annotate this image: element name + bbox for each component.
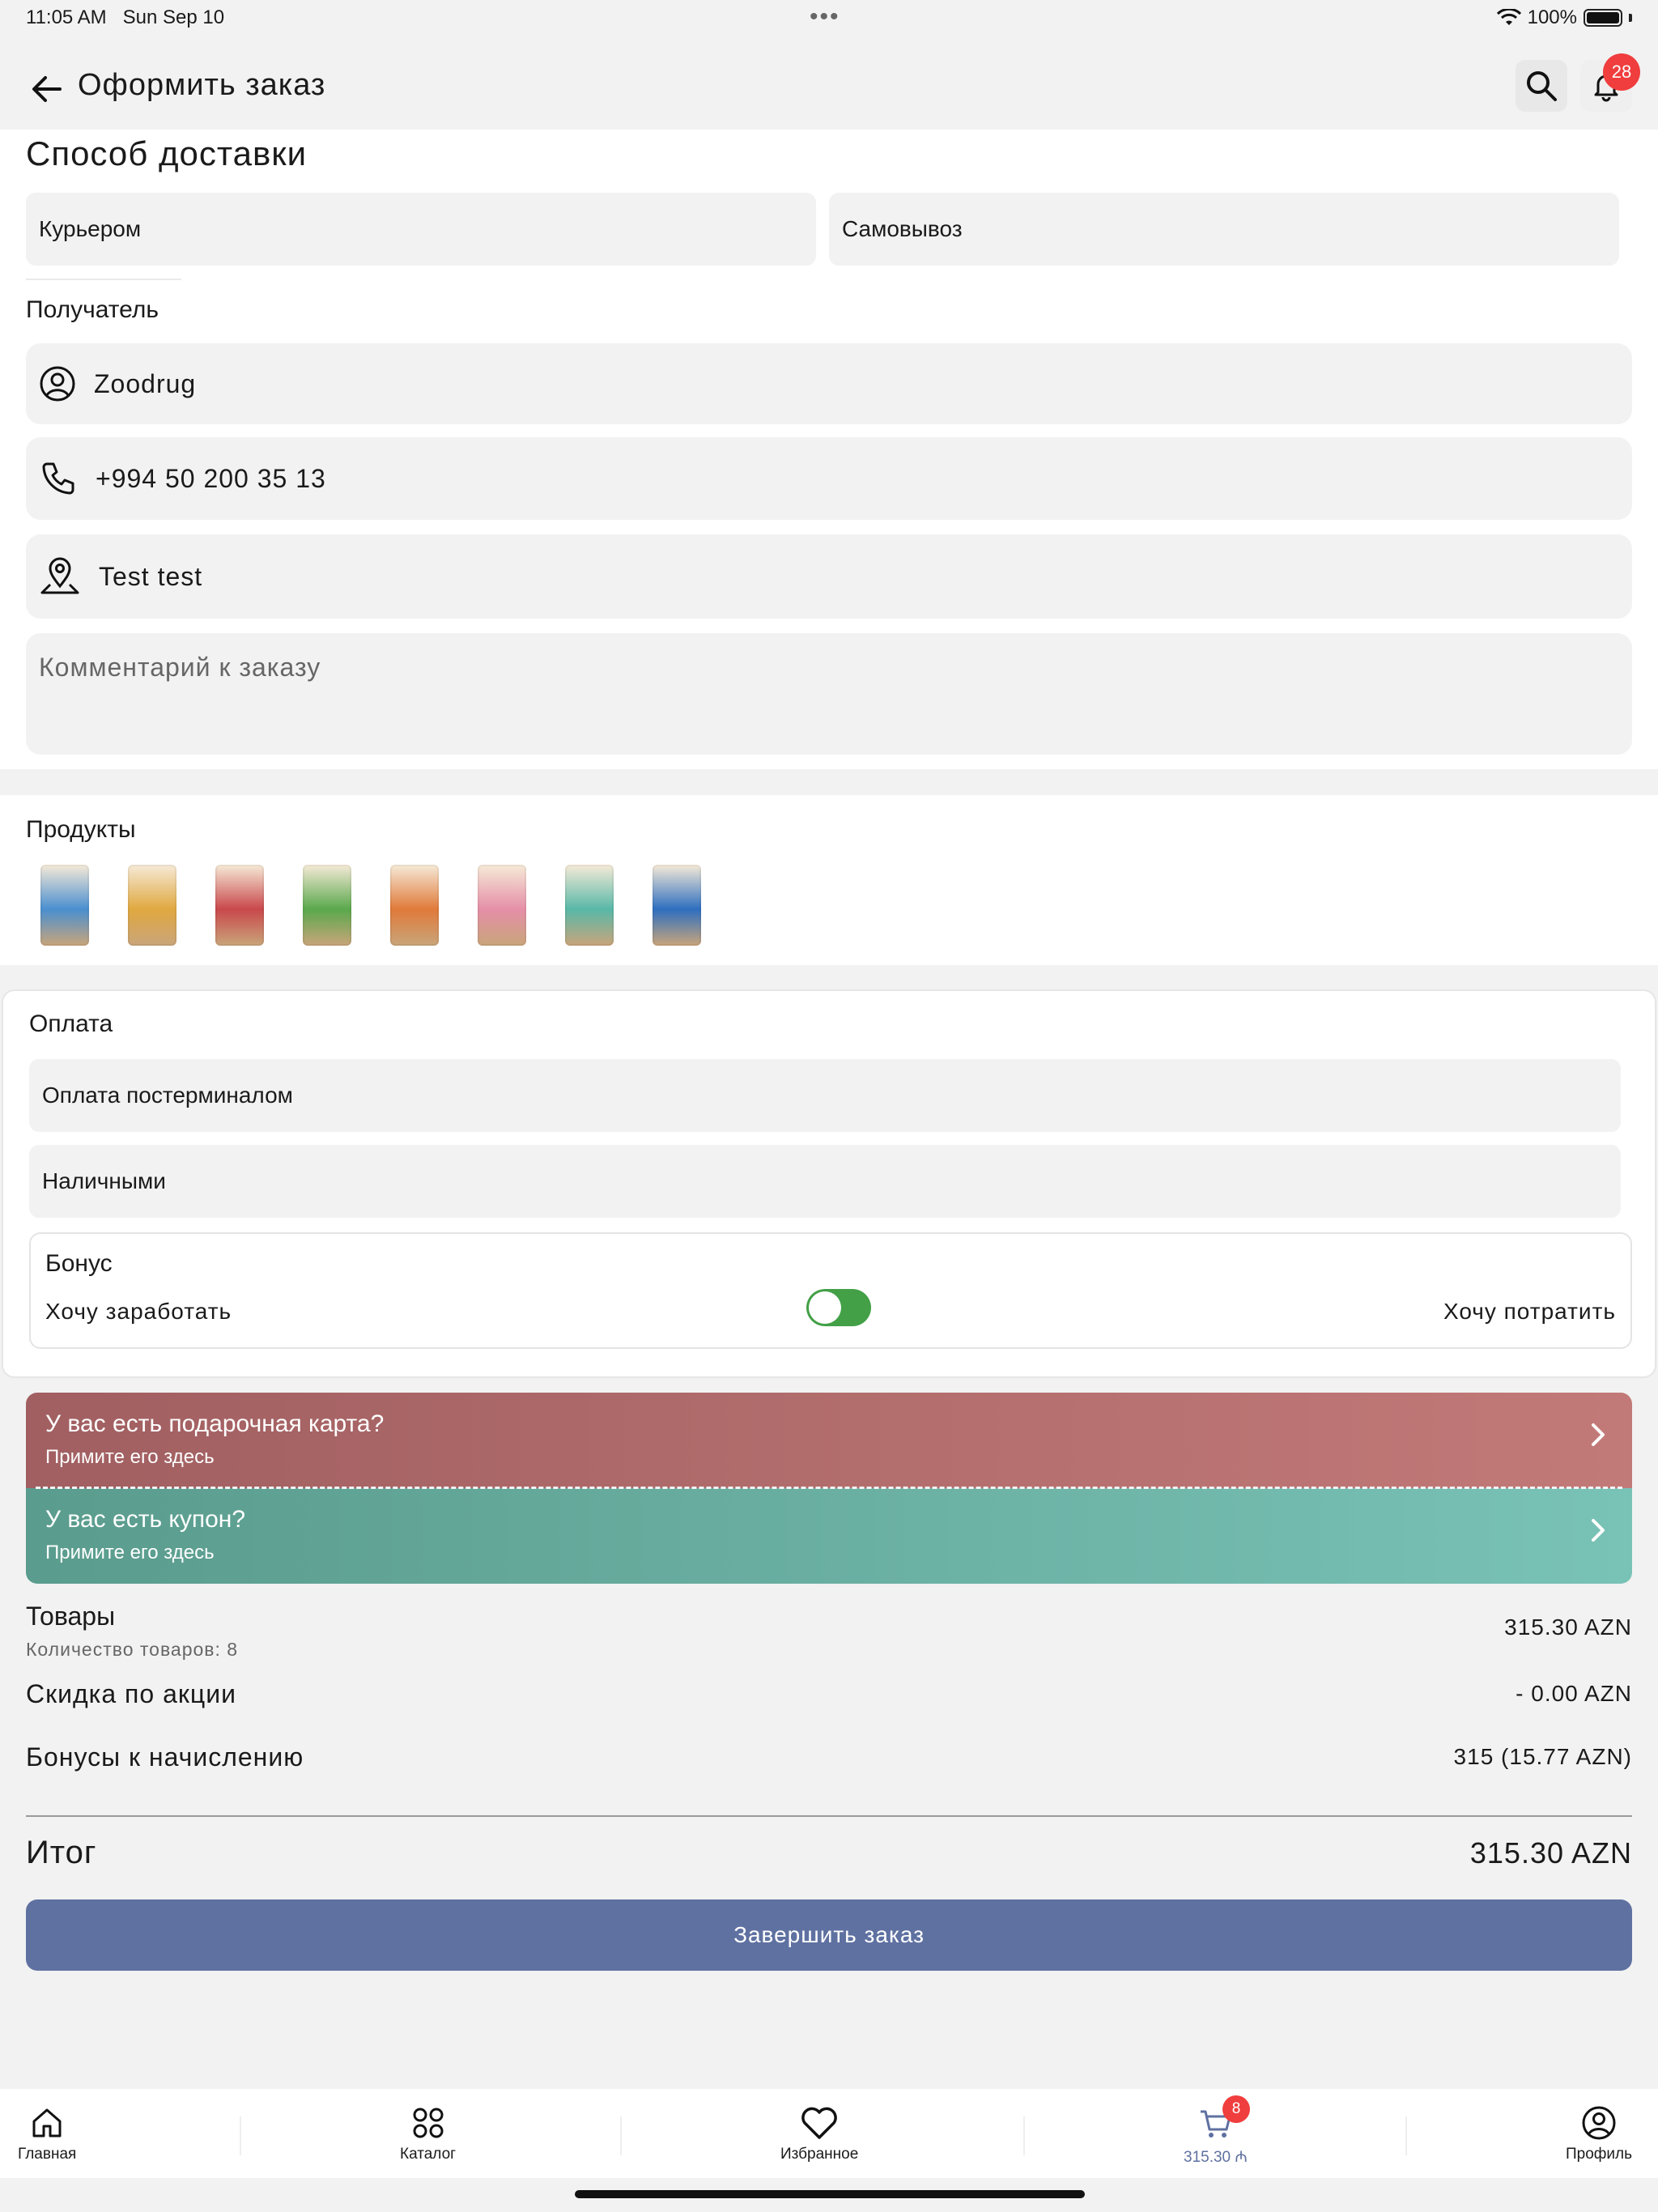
product-thumbnail[interactable] [565,865,614,946]
battery-percent: 100% [1527,6,1577,28]
grid-icon [413,2108,444,2138]
coupon-subtitle: Примите его здесь [45,1542,215,1563]
app-header: Оформить заказ 28 [0,49,1658,130]
user-circle-icon [40,366,75,402]
product-thumbnail[interactable] [128,865,176,946]
bonus-earn-label: Хочу заработать [45,1299,232,1324]
recipient-address: Test test [99,561,203,591]
summary-goods-value: 315.30 AZN [1504,1614,1632,1640]
tab-cart[interactable]: 315.30 ₼ 8 [1184,2095,1250,2167]
product-thumbnail[interactable] [303,865,351,946]
bonus-box: Бонус Хочу заработать Хочу потратить [29,1232,1632,1349]
delivery-option-pickup[interactable]: Самовывоз [829,193,1619,266]
heart-icon [801,2107,837,2139]
order-comment-input[interactable]: Комментарий к заказу [26,633,1632,755]
tab-home[interactable]: Главная [18,2105,76,2163]
product-thumbnail[interactable] [215,865,264,946]
summary-goods-count: Количество товаров: 8 [26,1639,239,1660]
gift-card-title: У вас есть подарочная карта? [45,1410,385,1437]
multitask-dots-icon[interactable]: ••• [810,3,840,31]
recipient-name: Zoodrug [94,368,197,398]
delivery-option-courier[interactable]: Курьером [26,193,816,266]
tab-profile[interactable]: Профиль [1566,2105,1632,2163]
tab-profile-label: Профиль [1566,2146,1633,2163]
recipient-phone: +994 50 200 35 13 [96,463,326,493]
search-icon [1527,71,1557,101]
summary-divider [26,1815,1632,1817]
home-indicator[interactable] [575,2190,1085,2198]
status-right: 100% [1496,6,1632,29]
tab-favorites[interactable]: Избранное [780,2105,858,2163]
coupon-banner[interactable]: У вас есть купон? Примите его здесь [26,1488,1632,1584]
tab-catalog[interactable]: Каталог [400,2105,456,2163]
recipient-phone-field[interactable]: +994 50 200 35 13 [26,437,1632,520]
status-bar: 11:05 AM Sun Sep 10 ••• 100% [0,0,1658,39]
product-thumbnail[interactable] [40,865,89,946]
bonus-spend-label: Хочу потратить [1443,1299,1616,1324]
bottom-tab-bar: Главная Каталог Избранное 315.30 ₼ 8 Про… [0,2089,1658,2178]
products-row [40,865,769,949]
summary-bonus-label: Бонусы к начислению [26,1742,304,1772]
page-title: Оформить заказ [78,68,326,102]
wifi-icon [1496,9,1521,25]
location-pin-icon [40,557,79,594]
delivery-divider [26,279,181,280]
gift-card-banner[interactable]: У вас есть подарочная карта? Примите его… [26,1393,1632,1488]
coupon-title: У вас есть купон? [45,1506,246,1533]
product-thumbnail[interactable] [390,865,439,946]
summary-total-row: Итог 315.30 AZN [26,1835,1632,1875]
tab-home-label: Главная [18,2146,77,2163]
chevron-right-icon [1592,1423,1605,1446]
payment-section: Оплата Оплата постерминалом Наличными Бо… [2,989,1656,1378]
summary-goods-row: Товары Количество товаров: 8 315.30 AZN [26,1602,1632,1666]
products-section: Продукты [0,795,1658,965]
payment-option-terminal[interactable]: Оплата постерминалом [29,1059,1621,1132]
products-title: Продукты [26,816,136,843]
payment-option-cash[interactable]: Наличными [29,1145,1621,1218]
delivery-title: Способ доставки [26,134,308,172]
cart-badge: 8 [1222,2095,1250,2123]
promo-divider [36,1487,1622,1489]
product-thumbnail[interactable] [478,865,526,946]
search-button[interactable] [1516,60,1567,112]
home-icon [32,2108,62,2138]
notifications-button[interactable]: 28 [1580,53,1640,112]
product-thumbnail[interactable] [653,865,701,946]
summary-discount-value: - 0.00 AZN [1516,1681,1632,1706]
battery-icon [1584,9,1622,27]
recipient-address-field[interactable]: Test test [26,534,1632,619]
gift-card-subtitle: Примите его здесь [45,1446,215,1468]
delivery-section: Способ доставки Курьером Самовывоз Получ… [0,130,1658,769]
payment-title: Оплата [29,1010,113,1037]
tab-catalog-label: Каталог [400,2146,457,2163]
tab-favorites-label: Избранное [780,2146,859,2163]
summary-total-value: 315.30 AZN [1469,1836,1632,1870]
summary-total-label: Итог [26,1835,97,1870]
complete-order-button[interactable]: Завершить заказ [26,1899,1632,1971]
summary-goods-label: Товары [26,1602,116,1631]
notifications-badge: 28 [1603,53,1640,91]
recipient-name-field[interactable]: Zoodrug [26,343,1632,424]
bonus-toggle[interactable] [806,1289,871,1326]
tab-cart-total: 315.30 ₼ [1184,2149,1248,2166]
status-time: 11:05 AM Sun Sep 10 [26,6,225,28]
chevron-right-icon [1592,1519,1605,1542]
user-circle-icon [1582,2106,1616,2140]
recipient-title: Получатель [26,296,159,323]
summary-bonus-value: 315 (15.77 AZN) [1453,1744,1632,1769]
summary-discount-row: Скидка по акции - 0.00 AZN [26,1679,1632,1715]
summary-bonus-row: Бонусы к начислению 315 (15.77 AZN) [26,1742,1632,1778]
back-arrow-icon[interactable] [24,66,70,112]
phone-icon [42,462,74,495]
bonus-title: Бонус [45,1250,113,1277]
summary-discount-label: Скидка по акции [26,1679,236,1708]
